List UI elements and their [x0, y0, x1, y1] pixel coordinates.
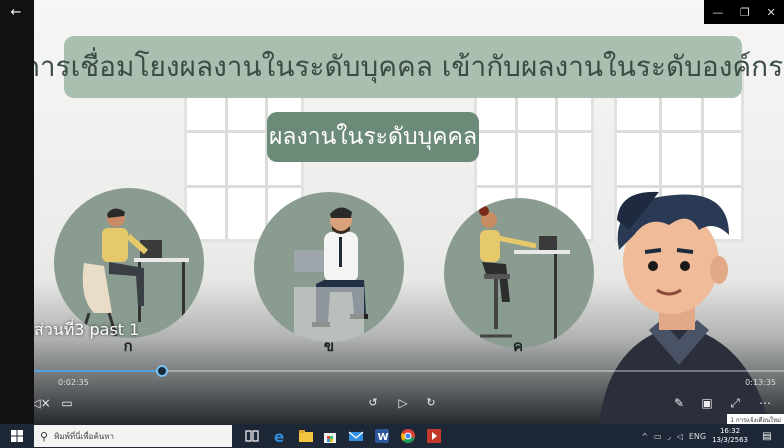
taskbar-clock[interactable]: 16:32 13/3/2563: [712, 427, 748, 445]
movies-tv-window: ← การเชื่อมโยงผลงานในระดับบุคคล เข้ากับผ…: [0, 0, 784, 424]
store-icon[interactable]: [322, 428, 338, 444]
action-center-icon[interactable]: ▤: [750, 424, 784, 448]
notification-toast[interactable]: 1 การแจ้งเตือนใหม่: [727, 414, 784, 424]
battery-icon[interactable]: ▭: [654, 432, 662, 441]
windows-start-icon[interactable]: [0, 424, 34, 448]
circle-label-2: ข: [323, 337, 335, 355]
svg-text:e: e: [274, 428, 284, 444]
minimize-button[interactable]: —: [712, 6, 723, 19]
title-text: การเชื่อมโยงผลงานในระดับบุคคล เข้ากับผลง…: [34, 50, 784, 83]
close-button[interactable]: ✕: [766, 6, 775, 19]
chrome-icon[interactable]: [400, 428, 416, 444]
forward-30-icon[interactable]: ↻: [422, 394, 440, 412]
subtitles-icon[interactable]: ▭: [58, 394, 76, 412]
current-time: 0:02:35: [58, 378, 89, 387]
seek-bar-progress: [34, 370, 162, 372]
back-arrow-icon[interactable]: ←: [6, 3, 26, 23]
speaker-icon[interactable]: ◁: [677, 432, 683, 441]
mail-icon[interactable]: [348, 428, 364, 444]
miniplayer-icon[interactable]: ▣: [698, 394, 716, 412]
circle-label-3: ค: [512, 337, 524, 355]
worker-circle-3: [444, 198, 594, 348]
word-icon[interactable]: W: [374, 428, 390, 444]
video-caption: ส่วนที่3 past 1: [34, 320, 140, 339]
worker-at-desk-illustration: [80, 208, 189, 337]
rewind-10-icon[interactable]: ↺: [364, 394, 382, 412]
clock-date: 13/3/2563: [712, 436, 748, 444]
taskbar-search[interactable]: ⚲ พิมพ์ที่นี่เพื่อค้นหา: [34, 425, 232, 447]
window-controls: — ❐ ✕: [704, 0, 784, 24]
title-banner: การเชื่อมโยงผลงานในระดับบุคคล เข้ากับผลง…: [34, 36, 783, 98]
clock-time: 16:32: [719, 427, 741, 435]
maximize-button[interactable]: ❐: [740, 6, 750, 19]
fullscreen-icon[interactable]: ⤢: [726, 394, 744, 412]
more-icon[interactable]: ⋯: [754, 394, 776, 412]
system-tray: ^ ▭ ◞ ◁ ENG 16:32 13/3/2563: [641, 424, 748, 448]
language-indicator[interactable]: ENG: [689, 432, 706, 441]
search-placeholder: พิมพ์ที่นี่เพื่อค้นหา: [54, 431, 115, 441]
volume-icon[interactable]: ◁×: [34, 394, 52, 412]
file-explorer-icon[interactable]: [298, 428, 314, 444]
sub-banner-text: ผลงานในระดับบุคคล: [268, 124, 478, 150]
left-strip: ←: [0, 0, 34, 424]
worker-circle-1: [54, 188, 204, 338]
video-frame[interactable]: การเชื่อมโยงผลงานในระดับบุคคล เข้ากับผลง…: [34, 0, 784, 424]
seek-bar-thumb[interactable]: [155, 365, 168, 377]
total-time: 0:13:35: [745, 378, 776, 387]
task-view-icon[interactable]: [244, 428, 260, 444]
play-icon[interactable]: ▷: [394, 394, 412, 412]
man-with-laptop-illustration: [294, 207, 368, 342]
svg-text:W: W: [378, 432, 389, 443]
media-player-icon[interactable]: [426, 428, 442, 444]
network-icon[interactable]: ◞: [668, 432, 671, 441]
presenter-character: [599, 191, 769, 424]
worker-circle-2: [254, 192, 404, 342]
seek-bar[interactable]: [34, 365, 784, 377]
edge-icon[interactable]: e: [272, 428, 288, 444]
chevron-up-icon[interactable]: ^: [641, 432, 648, 441]
sub-banner: ผลงานในระดับบุคคล: [267, 112, 479, 162]
search-icon: ⚲: [40, 429, 49, 443]
taskbar: ⚲ พิมพ์ที่นี่เพื่อค้นหา e W ^ ▭ ◞ ◁ ENG …: [0, 424, 784, 448]
woman-on-stool-illustration: [479, 206, 570, 344]
pen-icon[interactable]: ✎: [670, 394, 688, 412]
